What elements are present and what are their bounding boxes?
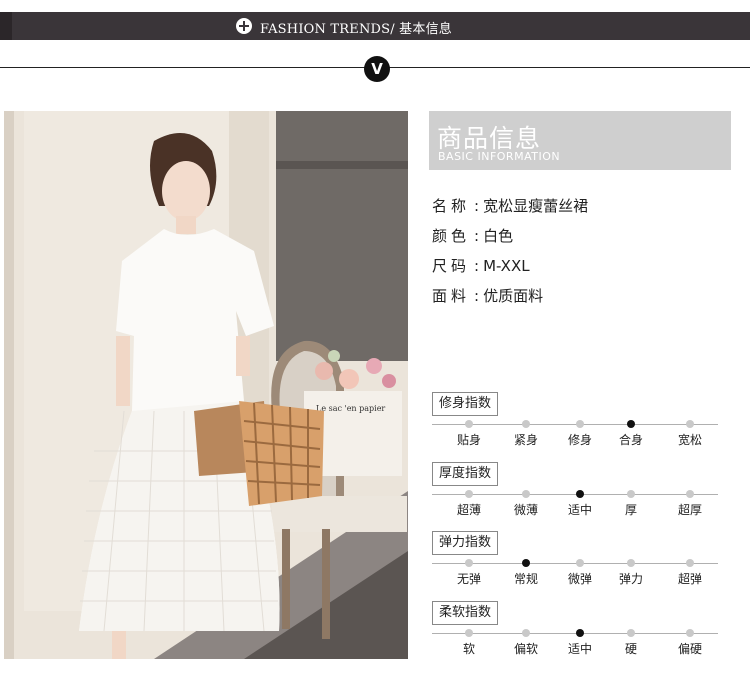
meter-option: 合身 [618,433,643,447]
spec-size: 尺码: M-XXL [432,257,530,275]
spec-color: 颜色: 白色 [432,227,514,245]
meter-dot [522,490,530,498]
meter-track [432,424,718,425]
meter-dot [576,559,584,567]
meter-dot [576,420,584,428]
meter-option: 超薄 [456,503,481,517]
banner-edge [0,12,12,40]
info-header: 商品信息 BASIC INFORMATION [429,111,731,170]
meter-option: 常规 [513,572,538,586]
spec-name: 名称: 宽松显瘦蕾丝裙 [432,197,589,215]
banner-title: FASHION TRENDS/ 基本信息 [260,22,452,37]
spec-value: M-XXL [483,257,530,275]
meter-option: 贴身 [456,433,481,447]
meter-dot [627,559,635,567]
meter-track [432,633,718,634]
meter-option: 超厚 [677,503,702,517]
meter-dot-selected [576,629,584,637]
spec-fabric: 面料: 优质面料 [432,287,544,305]
spec-key: 颜色 [432,227,471,245]
meter-option: 无弹 [456,572,481,586]
spec-value: 优质面料 [483,287,544,305]
meter-dot [686,629,694,637]
meter-dot [627,629,635,637]
meter-dot-selected [627,420,635,428]
meter-option: 弹力 [618,572,643,586]
spec-value: 宽松显瘦蕾丝裙 [483,197,589,215]
meter-dot [465,629,473,637]
meter-option: 超弹 [677,572,702,586]
info-title-en: BASIC INFORMATION [438,150,561,163]
top-banner: FASHION TRENDS/ 基本信息 [0,12,750,40]
meter-label: 柔软指数 [432,601,499,625]
meter-option: 偏硬 [677,642,702,656]
spec-value: 白色 [483,227,514,245]
meter-label: 厚度指数 [432,462,499,486]
meter-label: 修身指数 [432,392,499,416]
meter-option: 偏软 [513,642,538,656]
meter-option: 紧身 [513,433,538,447]
meter-dot [522,629,530,637]
meter-label: 弹力指数 [432,531,499,555]
chevron-v-icon: V [364,56,390,82]
spec-key: 面料 [432,287,471,305]
meter-option: 硬 [624,642,637,656]
spec-key: 名称 [432,197,471,215]
meter-option: 厚 [624,503,637,517]
meter-dot [627,490,635,498]
meter-track [432,494,718,495]
meter-dot [686,490,694,498]
meter-track [432,563,718,564]
meter-dot [465,490,473,498]
meter-option: 微薄 [513,503,538,517]
product-photo: Le sac 'en papier [4,111,408,659]
meter-dot-selected [522,559,530,567]
meter-option: 宽松 [677,433,702,447]
plus-circle-icon [236,18,252,34]
spec-key: 尺码 [432,257,471,275]
meter-dot [522,420,530,428]
meter-dot [465,559,473,567]
bag-print-text: Le sac 'en papier [316,404,385,413]
meter-dot [686,559,694,567]
meter-dot [686,420,694,428]
meter-dot [465,420,473,428]
meter-dot-selected [576,490,584,498]
meter-option: 软 [462,642,475,656]
